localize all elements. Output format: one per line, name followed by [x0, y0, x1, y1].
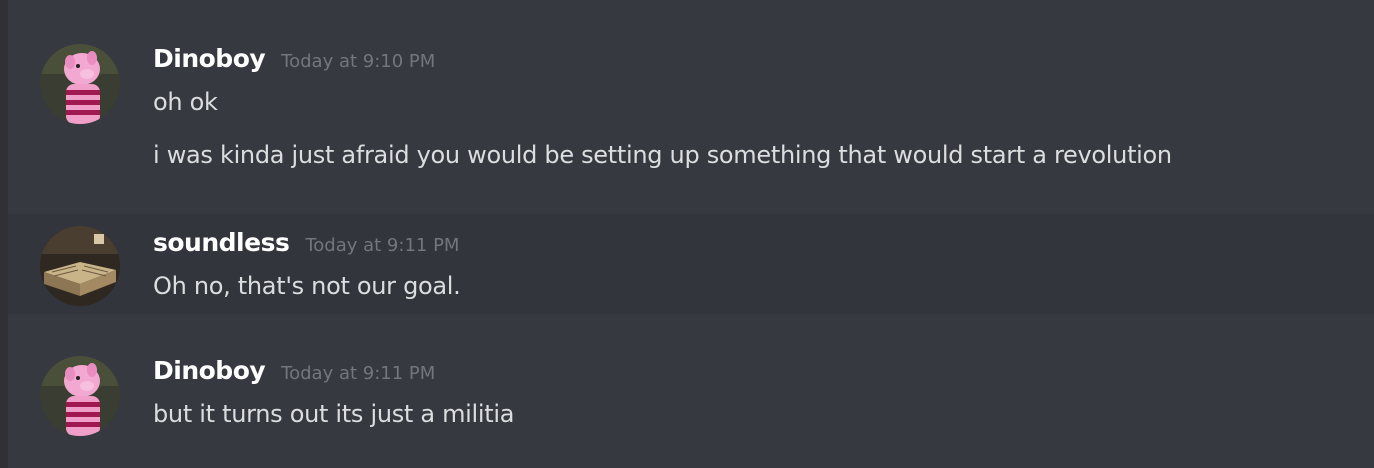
chat-message-list: Dinoboy Today at 9:10 PM oh ok i was kin…	[0, 0, 1374, 468]
username[interactable]: soundless	[153, 228, 290, 257]
message-header: Dinoboy Today at 9:11 PM	[153, 356, 435, 385]
message-text: Oh no, that's not our goal.	[153, 272, 461, 300]
books-avatar-icon[interactable]	[40, 226, 120, 306]
message-header: soundless Today at 9:11 PM	[153, 228, 459, 257]
message-group: soundless Today at 9:11 PM Oh no, that's…	[8, 214, 1374, 314]
pig-avatar-icon[interactable]	[40, 44, 120, 124]
username[interactable]: Dinoboy	[153, 356, 266, 385]
message-group: Dinoboy Today at 9:11 PM but it turns ou…	[8, 314, 1374, 468]
message-group: Dinoboy Today at 9:10 PM oh ok i was kin…	[8, 0, 1374, 214]
left-divider-strip	[0, 0, 8, 468]
timestamp[interactable]: Today at 9:10 PM	[281, 51, 435, 72]
message-text: oh ok	[153, 88, 218, 116]
message-header: Dinoboy Today at 9:10 PM	[153, 44, 435, 73]
pig-avatar-icon[interactable]	[40, 356, 120, 436]
timestamp[interactable]: Today at 9:11 PM	[305, 235, 459, 256]
username[interactable]: Dinoboy	[153, 44, 266, 73]
message-text: but it turns out its just a militia	[153, 400, 515, 428]
timestamp[interactable]: Today at 9:11 PM	[281, 363, 435, 384]
message-text: i was kinda just afraid you would be set…	[153, 141, 1172, 169]
